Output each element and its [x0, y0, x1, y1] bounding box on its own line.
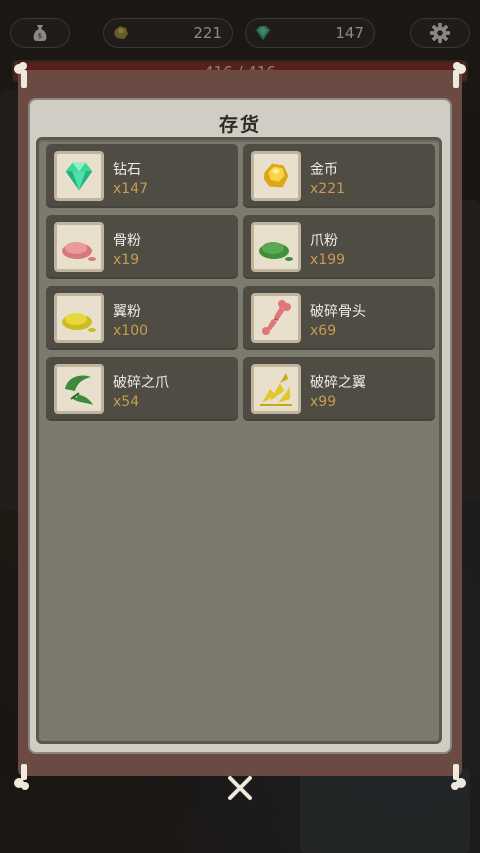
inventory-item-wing-powder[interactable]: 翼粉 x100 — [46, 286, 238, 350]
wing-powder-icon — [62, 313, 96, 332]
inventory-item-gold[interactable]: 金币 x221 — [243, 144, 435, 208]
gold-counter: 221 — [103, 18, 233, 48]
bone-corner-icon — [14, 764, 29, 790]
bone-corner-icon — [14, 62, 27, 88]
top-bar: $ 221 147 — [0, 0, 480, 56]
item-thumbnail — [251, 151, 301, 201]
gold-coin-icon — [114, 26, 128, 39]
item-thumbnail — [251, 222, 301, 272]
gold-value: 221 — [193, 24, 222, 42]
item-thumbnail — [251, 364, 301, 414]
item-name: 爪粉 — [310, 233, 338, 249]
diamond-icon — [65, 162, 93, 191]
gem-icon — [256, 26, 270, 40]
item-thumbnail — [54, 364, 104, 414]
item-count: x147 — [113, 181, 149, 197]
item-count: x19 — [113, 252, 140, 268]
inventory-item-bone-powder[interactable]: 骨粉 x19 — [46, 215, 238, 279]
item-name: 金币 — [310, 162, 338, 178]
settings-button[interactable] — [410, 18, 470, 48]
item-count: x54 — [113, 394, 140, 410]
close-icon — [228, 776, 252, 800]
claw-powder-icon — [259, 242, 293, 261]
broken-claw-icon — [65, 375, 93, 405]
gold-nugget-icon — [263, 163, 289, 188]
bag-button[interactable]: $ — [10, 18, 70, 48]
broken-wing-icon — [260, 373, 292, 406]
close-button[interactable] — [222, 770, 258, 806]
item-name: 破碎之爪 — [113, 375, 169, 391]
money-bag-icon: $ — [33, 25, 47, 41]
gear-icon — [429, 22, 451, 44]
inventory-item-diamond[interactable]: 钻石 x147 — [46, 144, 238, 208]
broken-bone-icon — [262, 300, 291, 335]
inventory-item-broken-bone[interactable]: 破碎骨头 x69 — [243, 286, 435, 350]
bone-powder-icon — [62, 242, 96, 261]
item-count: x100 — [113, 323, 149, 339]
inventory-item-broken-wing[interactable]: 破碎之翼 x99 — [243, 357, 435, 421]
item-thumbnail — [54, 222, 104, 272]
item-thumbnail — [54, 151, 104, 201]
bone-corner-icon — [451, 764, 466, 790]
item-count: x69 — [310, 323, 337, 339]
panel-title: 存货 — [218, 114, 261, 136]
item-count: x99 — [310, 394, 337, 410]
item-thumbnail — [54, 293, 104, 343]
item-name: 翼粉 — [113, 304, 141, 320]
gem-counter: 147 — [245, 18, 375, 48]
svg-text:$: $ — [38, 32, 42, 40]
item-thumbnail — [251, 293, 301, 343]
item-count: x221 — [310, 181, 346, 197]
bone-corner-icon — [453, 62, 466, 88]
inventory-item-broken-claw[interactable]: 破碎之爪 x54 — [46, 357, 238, 421]
item-name: 破碎骨头 — [310, 304, 366, 320]
inventory-item-claw-powder[interactable]: 爪粉 x199 — [243, 215, 435, 279]
item-name: 骨粉 — [113, 233, 141, 249]
item-count: x199 — [310, 252, 346, 268]
item-name: 钻石 — [113, 162, 141, 178]
gem-value: 147 — [335, 24, 364, 42]
item-name: 破碎之翼 — [310, 375, 366, 391]
